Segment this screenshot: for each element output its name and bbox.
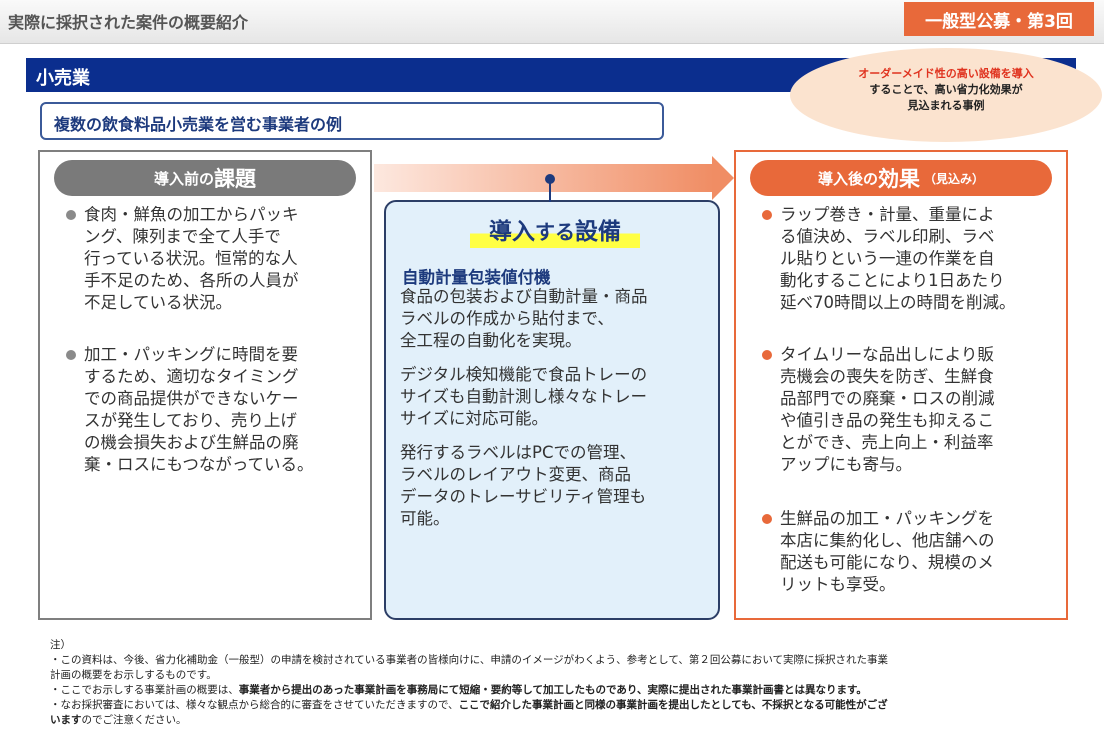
- after-heading-large: 効果: [878, 167, 920, 191]
- text-line: するため、適切なタイミング: [84, 367, 299, 386]
- notes-heading: 注）: [50, 639, 71, 651]
- text-line: タイムリーな品出しにより販: [780, 345, 994, 364]
- after-bullet-2: タイムリーな品出しにより販 売機会の喪失を防ぎ、生鮮食 品部門での廃棄・ロスの削…: [762, 344, 995, 476]
- text-line: リットも享受。: [780, 575, 896, 594]
- top-header-bar: 実際に採択された案件の概要紹介 一般型公募・第3回: [0, 0, 1104, 44]
- text-line: 発行するラベルはPCでの管理、: [400, 443, 636, 462]
- equipment-paragraph-1: 食品の包装および自動計量・商品 ラベルの作成から貼付まで、 全工程の自動化を実現…: [400, 286, 648, 352]
- note-line-3b: いますのでご注意ください。: [50, 714, 187, 726]
- before-heading: 導入前の 課題: [54, 160, 356, 196]
- text-line: アップにも寄与。: [780, 455, 912, 474]
- equipment-name: 自動計量包装値付機: [402, 268, 551, 287]
- text-line: ラベルの作成から貼付まで、: [400, 309, 614, 328]
- flow-arrow-body: [374, 164, 714, 192]
- bubble-line-3: 見込まれる事例: [907, 99, 985, 112]
- text-line: 棄・ロスにもつながっている。: [84, 455, 314, 474]
- text-line: 食肉・鮮魚の加工からパッキ: [84, 205, 299, 224]
- text-line: とができ、売上向上・利益率: [780, 433, 994, 452]
- before-bullet-1: 食肉・鮮魚の加工からパッキ ング、陳列まで全て人手で 行っている状況。恒常的な人…: [66, 204, 299, 314]
- bubble-line-2: することで、高い省力化効果が: [869, 83, 1023, 96]
- before-heading-small: 導入前の: [153, 169, 214, 188]
- round-badge: 一般型公募・第3回: [904, 2, 1094, 36]
- text-line: データのトレーサビリティ管理も: [400, 487, 647, 506]
- case-subtitle-box: 複数の飲食料品小売業を営む事業者の例: [40, 102, 664, 140]
- text-line: ラップ巻き・計量、重量によ: [780, 205, 995, 224]
- before-heading-large: 課題: [214, 167, 256, 191]
- text-line: 売機会の喪失を防ぎ、生鮮食: [780, 367, 994, 386]
- text-line: 本店に集約化し、他店舗への: [780, 531, 995, 550]
- text-line: 手不足のため、各所の人員が: [84, 271, 299, 290]
- connector-dot: [545, 174, 555, 184]
- bullet-dot-icon: [762, 210, 772, 220]
- footnotes: 注） ・この資料は、今後、省力化補助金（一般型）の申請を検討されている事業者の皆…: [50, 638, 1090, 728]
- text-line: 品部門での廃棄・ロスの削減: [780, 389, 995, 408]
- bullet-dot-icon: [66, 210, 76, 220]
- note-line-2: ・ここでお示しする事業計画の概要は、事業者から提出のあった事業計画を事務局にて短…: [50, 684, 867, 696]
- text-line: サイズに対応可能。: [400, 409, 549, 428]
- highlight-bubble: オーダーメイド性の高い設備を導入 することで、高い省力化効果が 見込まれる事例: [790, 48, 1102, 142]
- bubble-line-1: オーダーメイド性の高い設備を導入: [858, 67, 1034, 80]
- after-bullet-3: 生鮮品の加工・パッキングを 本店に集約化し、他店舗への 配送も可能になり、規模の…: [762, 508, 995, 596]
- note-line-3: ・なお採択審査においては、様々な観点から総合的に審査をさせていただきますので、こ…: [50, 699, 888, 711]
- equipment-paragraph-3: 発行するラベルはPCでの管理、 ラベルのレイアウト変更、商品 データのトレーサビ…: [400, 442, 646, 530]
- page-title: 実際に採択された案件の概要紹介: [8, 13, 249, 32]
- bullet-dot-icon: [762, 514, 772, 524]
- bullet-dot-icon: [762, 350, 772, 360]
- text-line: る値決め、ラベル印刷、ラベ: [780, 227, 995, 246]
- text-line: 動化することにより1日あたり: [780, 271, 1005, 290]
- after-heading: 導入後の 効果 （見込み）: [750, 160, 1052, 196]
- text-line: 行っている状況。恒常的な人: [84, 249, 298, 268]
- text-line: 食品の包装および自動計量・商品: [400, 287, 648, 306]
- after-heading-small: 導入後の: [817, 169, 878, 188]
- text-line: 加工・パッキングに時間を要: [84, 345, 299, 364]
- industry-title: 小売業: [36, 68, 90, 89]
- text-line: デジタル検知機能で食品トレーの: [400, 365, 648, 384]
- text-line: ル貼りという一連の作業を自: [780, 249, 995, 268]
- text-line: や値引き品の発生も抑えるこ: [780, 411, 995, 430]
- before-bullet-2: 加工・パッキングに時間を要 するため、適切なタイミング での商品提供ができないケ…: [66, 344, 314, 476]
- text-line: での商品提供ができないケー: [84, 389, 299, 408]
- flow-arrow-head-icon: [712, 156, 734, 200]
- text-line: 配送も可能になり、規模のメ: [780, 553, 994, 572]
- text-line: 可能。: [400, 509, 450, 528]
- text-line: スが発生しており、売り上げ: [84, 411, 297, 430]
- text-line: 延べ70時間以上の時間を削減。: [780, 293, 1016, 312]
- case-subtitle: 複数の飲食料品小売業を営む事業者の例: [54, 115, 343, 134]
- note-line-1b: 計画の概要をお示しするものです。: [50, 669, 217, 681]
- text-line: 全工程の自動化を実現。: [400, 331, 582, 350]
- after-bullet-1: ラップ巻き・計量、重量によ る値決め、ラベル印刷、ラベ ル貼りという一連の作業を…: [762, 204, 1016, 314]
- after-heading-note: （見込み）: [924, 171, 985, 186]
- equipment-paragraph-2: デジタル検知機能で食品トレーの サイズも自動計測し様々なトレー サイズに対応可能…: [400, 364, 647, 430]
- text-line: の機会損失および生鮮品の廃: [84, 433, 299, 452]
- text-line: ラベルのレイアウト変更、商品: [400, 465, 631, 484]
- equipment-heading: 導入する設備: [470, 216, 640, 248]
- bullet-dot-icon: [66, 350, 76, 360]
- note-line-1: ・この資料は、今後、省力化補助金（一般型）の申請を検討されている事業者の皆様向け…: [50, 654, 889, 666]
- text-line: ング、陳列まで全て人手で: [84, 227, 281, 246]
- text-line: 不足している状況。: [84, 293, 233, 312]
- text-line: サイズも自動計測し様々なトレー: [400, 387, 648, 406]
- text-line: 生鮮品の加工・パッキングを: [780, 509, 995, 528]
